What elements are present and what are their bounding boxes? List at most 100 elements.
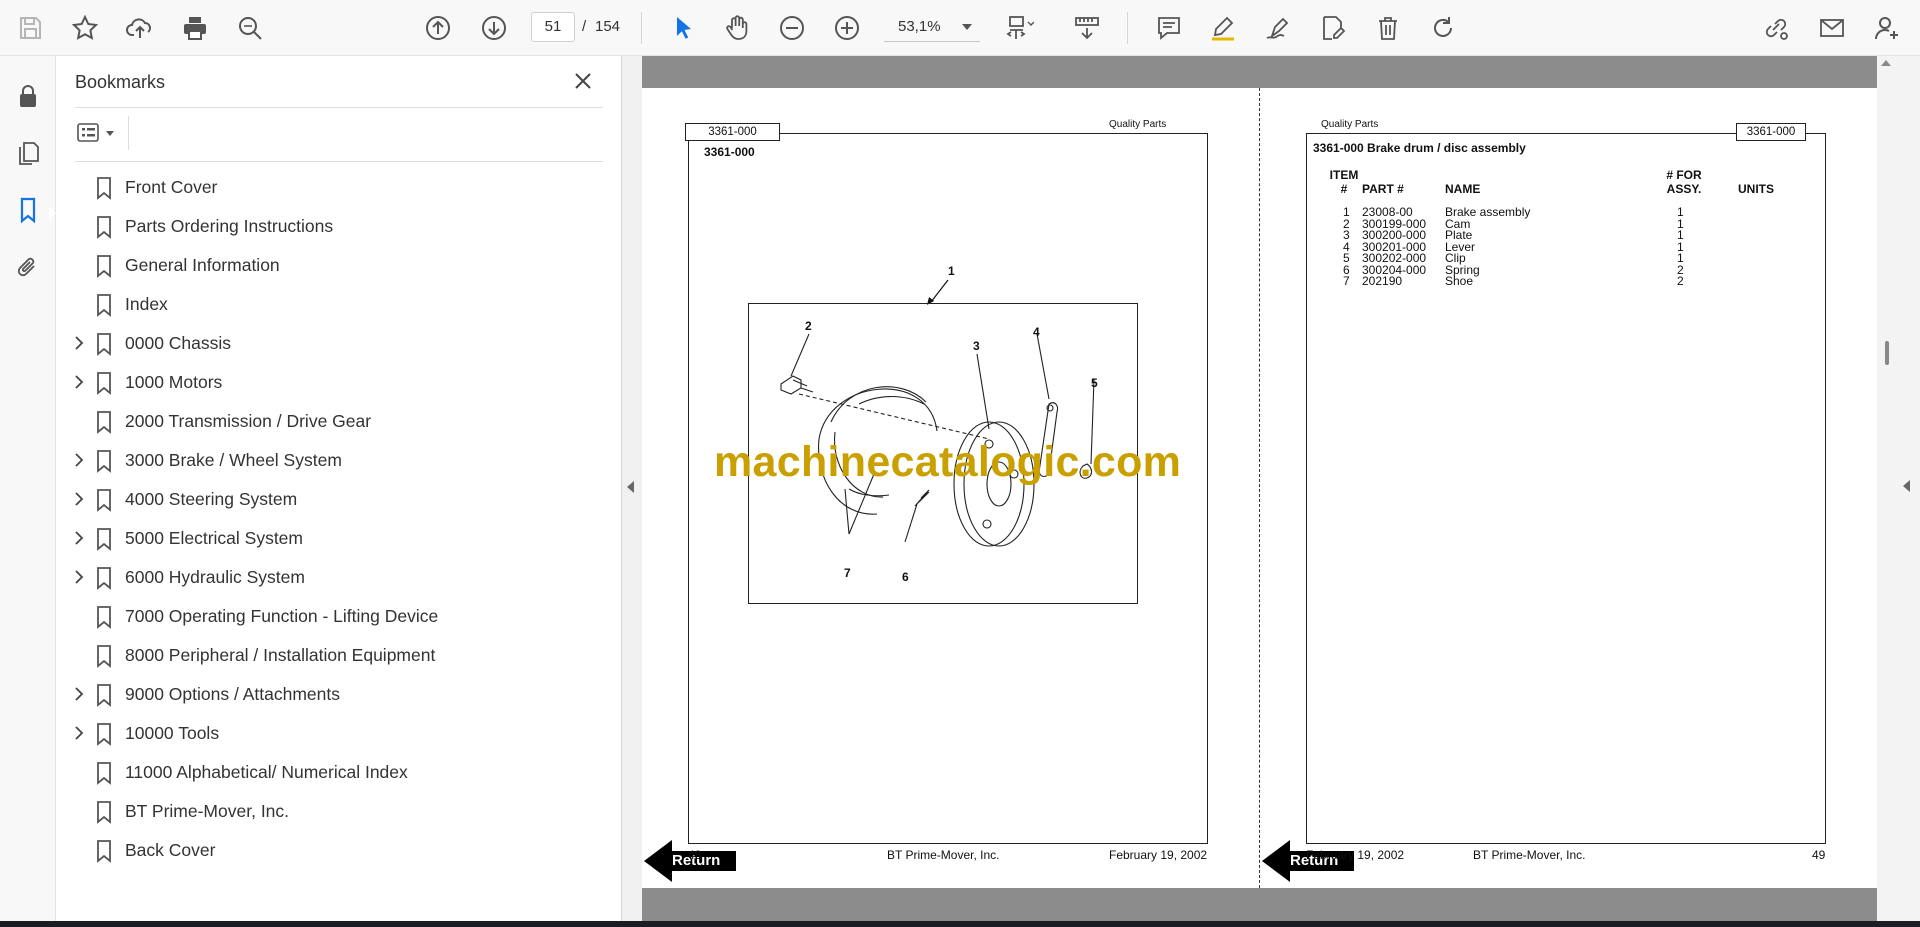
rotate-icon[interactable]: [1424, 9, 1462, 47]
chevron-right-icon[interactable]: [72, 725, 86, 741]
close-icon[interactable]: [570, 68, 596, 94]
bookmark-label: 6000 Hydraulic System: [125, 567, 305, 587]
lock-icon[interactable]: [10, 78, 46, 114]
bookmark-item[interactable]: 8000 Peripheral / Installation Equipment: [56, 636, 622, 675]
bookmark-item[interactable]: 7000 Operating Function - Lifting Device: [56, 597, 622, 636]
caret-left-icon: [627, 481, 634, 493]
pdf-reader-window: 51 / 154 53,1% Bookmarks Front Cover Par…: [0, 0, 1920, 927]
chevron-right-icon[interactable]: [72, 374, 86, 390]
bookmark-item[interactable]: BT Prime-Mover, Inc.: [56, 792, 622, 831]
print-icon[interactable]: [176, 9, 214, 47]
previous-page-icon[interactable]: [419, 9, 457, 47]
toolbar-divider: [641, 12, 642, 44]
bookmark-item[interactable]: 10000 Tools: [56, 714, 622, 753]
hand-tool-icon[interactable]: [718, 9, 756, 47]
column-header-part: PART #: [1362, 182, 1404, 196]
bookmark-icon: [94, 215, 114, 239]
page-tag: 3361-000: [1736, 123, 1806, 141]
edit-pdf-icon[interactable]: [1314, 9, 1352, 47]
next-page-icon[interactable]: [475, 9, 513, 47]
zoom-out-icon[interactable]: [773, 9, 811, 47]
brand-label: Quality Parts: [1321, 119, 1379, 130]
select-cursor-icon[interactable]: [664, 9, 702, 47]
bookmark-icon: [94, 683, 114, 707]
scroll-up-icon[interactable]: [1881, 60, 1891, 66]
scrollbar-thumb[interactable]: [1885, 341, 1889, 365]
chevron-right-icon[interactable]: [72, 335, 86, 351]
bookmark-icon: [94, 254, 114, 278]
bookmark-options-button[interactable]: [75, 118, 123, 148]
document-viewer[interactable]: 3361-000 Quality Parts 3361-000 1 2 3 4 …: [642, 56, 1877, 921]
chevron-down-icon: [962, 24, 972, 30]
bookmark-item[interactable]: 9000 Options / Attachments: [56, 675, 622, 714]
bookmark-item[interactable]: 11000 Alphabetical/ Numerical Index: [56, 753, 622, 792]
bookmark-item[interactable]: 5000 Electrical System: [56, 519, 622, 558]
page-number: 48: [688, 848, 702, 862]
divider: [75, 107, 603, 108]
trash-icon[interactable]: [1369, 9, 1407, 47]
chevron-right-icon[interactable]: [72, 491, 86, 507]
callout-number: 1: [948, 264, 955, 278]
email-icon[interactable]: [1813, 9, 1851, 47]
bookmark-item[interactable]: Index: [56, 285, 622, 324]
bookmark-icon: [94, 605, 114, 629]
right-page: 3361-000 Quality Parts 3361-000 Brake dr…: [1260, 88, 1877, 888]
bookmark-item[interactable]: 6000 Hydraulic System: [56, 558, 622, 597]
bookmark-item[interactable]: 3000 Brake / Wheel System: [56, 441, 622, 480]
divider: [128, 116, 129, 150]
highlight-pen-icon[interactable]: [1204, 9, 1242, 47]
bookmark-label: Parts Ordering Instructions: [125, 216, 334, 236]
page-heading: 3361-000: [704, 145, 755, 159]
bookmark-item[interactable]: 2000 Transmission / Drive Gear: [56, 402, 622, 441]
callout-number: 3: [973, 339, 980, 353]
bookmark-label: 9000 Options / Attachments: [125, 684, 340, 704]
footer-date: February 19, 2002: [1109, 848, 1208, 862]
page-tag: 3361-000: [685, 123, 780, 141]
chevron-right-icon[interactable]: [72, 686, 86, 702]
cloud-upload-icon[interactable]: [121, 9, 159, 47]
expand-right-pane-icon[interactable]: [1903, 480, 1910, 492]
column-header-item: ITEM #: [1329, 168, 1359, 196]
draw-icon[interactable]: [1259, 9, 1297, 47]
callout-number: 2: [805, 319, 812, 333]
cell-qty: 2: [1677, 274, 1684, 288]
bookmark-label: 8000 Peripheral / Installation Equipment: [125, 645, 436, 665]
bookmark-label: 11000 Alphabetical/ Numerical Index: [125, 762, 408, 782]
zoom-in-icon[interactable]: [828, 9, 866, 47]
share-user-icon[interactable]: [1868, 9, 1906, 47]
fit-page-icon[interactable]: [1001, 9, 1039, 47]
bookmark-item[interactable]: Parts Ordering Instructions: [56, 207, 622, 246]
brand-label: Quality Parts: [1109, 119, 1167, 130]
page-thumbnails-icon[interactable]: [10, 135, 46, 171]
bookmark-icon: [94, 410, 114, 434]
chevron-right-icon[interactable]: [72, 569, 86, 585]
share-link-icon[interactable]: [1757, 9, 1795, 47]
bookmark-item[interactable]: 1000 Motors: [56, 363, 622, 402]
bookmark-item[interactable]: Back Cover: [56, 831, 622, 870]
bookmark-icon: [94, 527, 114, 551]
collapse-panel-handle[interactable]: [622, 56, 642, 921]
bookmark-panel-icon[interactable]: [10, 192, 46, 228]
page-number-input[interactable]: 51: [531, 12, 575, 42]
zoom-search-icon[interactable]: [231, 9, 269, 47]
bookmark-item[interactable]: 0000 Chassis: [56, 324, 622, 363]
attachment-icon[interactable]: [10, 249, 46, 285]
comment-icon[interactable]: [1150, 9, 1188, 47]
bookmark-icon: [94, 566, 114, 590]
chevron-right-icon[interactable]: [72, 530, 86, 546]
main-toolbar: 51 / 154 53,1%: [0, 0, 1920, 56]
bookmark-label: Back Cover: [125, 840, 216, 860]
scroll-mode-icon[interactable]: [1068, 9, 1106, 47]
bookmark-item[interactable]: Front Cover: [56, 168, 622, 207]
zoom-level-select[interactable]: 53,1%: [884, 12, 980, 42]
page-gap: [642, 888, 1877, 921]
chevron-right-icon[interactable]: [72, 452, 86, 468]
bookmark-item[interactable]: General Information: [56, 246, 622, 285]
bookmark-item[interactable]: 4000 Steering System: [56, 480, 622, 519]
column-header-name: NAME: [1445, 182, 1481, 196]
bookmark-icon: [94, 293, 114, 317]
footer-company: BT Prime-Mover, Inc.: [1473, 848, 1586, 862]
bookmark-label: 4000 Steering System: [125, 489, 298, 509]
save-icon[interactable]: [11, 9, 49, 47]
star-icon[interactable]: [66, 9, 104, 47]
